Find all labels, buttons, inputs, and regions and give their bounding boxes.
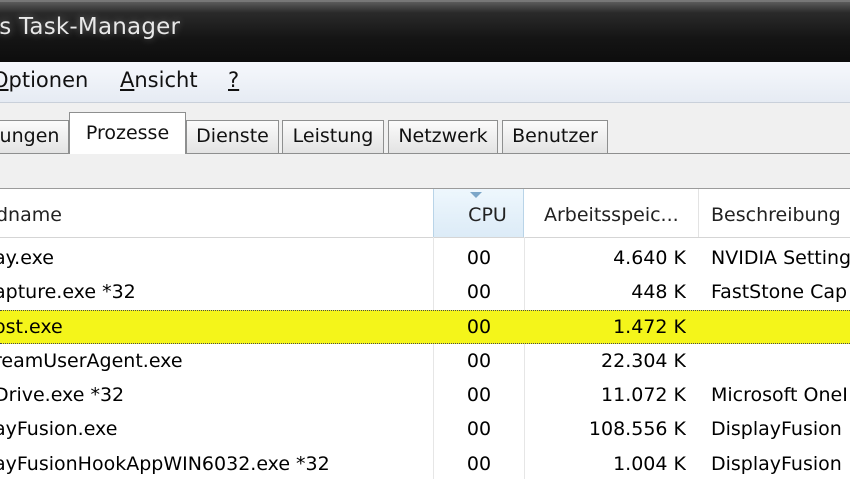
column-header-description[interactable]: Beschreibung [699, 189, 850, 237]
tab-leistung[interactable]: Leistung [282, 120, 384, 153]
process-cpu: 00 [466, 247, 492, 269]
menu-help[interactable]: ? [228, 68, 239, 92]
process-cpu: 00 [466, 316, 492, 338]
process-description: DisplayFusion [711, 418, 842, 440]
column-header-label: CPU [468, 204, 507, 226]
process-memory: 4.640 K [613, 247, 686, 269]
process-name: Drive.exe *32 [0, 384, 125, 406]
table-row[interactable]: apture.exe *32 00 448 K FastStone Cap [0, 275, 850, 309]
process-description [711, 344, 850, 378]
process-memory: 1.472 K [613, 316, 686, 338]
table-row[interactable]: Drive.exe *32 00 11.072 K Microsoft OneI [0, 378, 850, 412]
column-header-label: dname [0, 204, 62, 226]
tab-label: Dienste [196, 125, 269, 147]
table-row[interactable]: ayFusionHookAppWIN6032.exe *32 00 1.004 … [0, 447, 850, 481]
column-header-label: Beschreibung [711, 204, 841, 226]
column-header-memory[interactable]: Arbeitsspeic... [524, 189, 699, 237]
menu-optionen[interactable]: Optionen [0, 68, 88, 92]
menu-label: nsicht [134, 68, 198, 92]
process-description: NVIDIA Setting [711, 247, 850, 269]
column-header-name[interactable]: dname [0, 189, 434, 237]
tab-dienste[interactable]: Dienste [186, 120, 279, 153]
table-row[interactable]: ay.exe 00 4.640 K NVIDIA Setting [0, 241, 850, 275]
process-description: Microsoft OneI [711, 384, 848, 406]
process-cpu: 00 [466, 418, 492, 440]
process-name: ayFusionHookAppWIN6032.exe *32 [0, 453, 330, 475]
process-memory: 108.556 K [588, 418, 686, 440]
process-memory: 448 K [631, 281, 686, 303]
menu-label: ptionen [8, 68, 89, 92]
tab-label: Leistung [292, 125, 374, 147]
column-header-label: Arbeitsspeic... [544, 204, 679, 226]
process-name: ayFusion.exe [0, 418, 118, 440]
sort-descending-icon [470, 192, 482, 198]
tab-label: ungen [0, 125, 60, 147]
table-row[interactable]: ayFusion.exe 00 108.556 K DisplayFusion [0, 412, 850, 446]
tab-label: Prozesse [85, 122, 170, 144]
process-description: DisplayFusion [711, 453, 842, 475]
tab-netzwerk[interactable]: Netzwerk [388, 120, 498, 153]
table-row-selected[interactable]: ost.exe 00 1.472 K [0, 310, 850, 344]
tab-benutzer[interactable]: Benutzer [502, 120, 608, 153]
process-name: reamUserAgent.exe [0, 350, 183, 372]
process-name: ost.exe [0, 316, 63, 338]
column-header-cpu[interactable]: CPU [433, 189, 524, 237]
tab-label: Netzwerk [398, 125, 488, 147]
process-memory: 11.072 K [601, 384, 686, 406]
menu-mnemonic: O [0, 68, 9, 92]
process-memory: 22.304 K [601, 350, 686, 372]
process-cpu: 00 [466, 350, 492, 372]
tab-prozesse[interactable]: Prozesse [69, 112, 186, 154]
process-cpu: 00 [466, 453, 492, 475]
tab-anwendungen[interactable]: ungen [0, 120, 69, 153]
process-name: ay.exe [0, 247, 54, 269]
table-row[interactable]: reamUserAgent.exe 00 22.304 K [0, 344, 850, 378]
tab-label: Benutzer [512, 125, 598, 147]
process-description [711, 311, 850, 343]
window-title: ows Task-Manager [0, 14, 181, 40]
process-list[interactable]: dname CPU Arbeitsspeic... Beschreibung a… [0, 188, 850, 479]
menu-bar: Optionen Ansicht ? [0, 62, 850, 103]
title-bar[interactable]: ows Task-Manager [0, 0, 850, 62]
process-description: FastStone Cap [711, 281, 848, 303]
column-header: dname CPU Arbeitsspeic... Beschreibung [0, 189, 850, 238]
menu-mnemonic: A [120, 68, 135, 92]
menu-ansicht[interactable]: Ansicht [120, 68, 198, 92]
process-cpu: 00 [466, 384, 492, 406]
process-memory: 1.004 K [613, 453, 686, 475]
menu-mnemonic: ? [228, 68, 240, 92]
process-name: apture.exe *32 [0, 281, 136, 303]
process-cpu: 00 [466, 281, 492, 303]
